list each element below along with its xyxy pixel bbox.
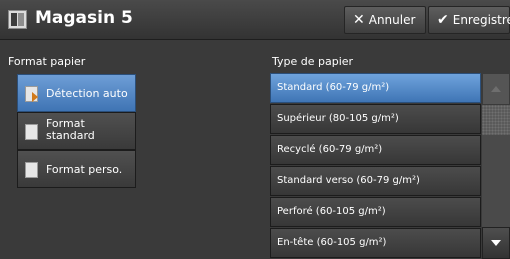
cancel-button[interactable]: ✕ Annuler xyxy=(344,6,426,34)
format-option-label: Format standard xyxy=(46,117,95,142)
save-button[interactable]: ✔ Enregistrer xyxy=(428,6,510,34)
scrollbar-thumb[interactable] xyxy=(482,105,510,135)
page-title: Magasin 5 xyxy=(35,8,133,28)
paper-type-item[interactable]: Perforé (60-105 g/m²) xyxy=(270,197,481,227)
paper-format-heading: Format papier xyxy=(8,55,86,68)
title-bar: Magasin 5 ✕ Annuler ✔ Enregistrer xyxy=(0,0,510,40)
format-option-custom[interactable]: Format perso. xyxy=(17,150,136,188)
auto-detect-icon xyxy=(25,86,38,102)
paper-type-heading: Type de papier xyxy=(272,55,354,68)
paper-type-item[interactable]: Supérieur (80-105 g/m²) xyxy=(270,104,481,134)
save-button-label: Enregistrer xyxy=(452,13,510,27)
format-option-label: Détection auto xyxy=(46,87,128,100)
paper-tray-icon xyxy=(8,10,27,29)
arrow-up-icon xyxy=(491,86,501,92)
paper-type-item[interactable]: Standard (60-79 g/m²) xyxy=(270,73,481,103)
paper-type-item[interactable]: Standard verso (60-79 g/m²) xyxy=(270,166,481,196)
format-option-label: Format perso. xyxy=(46,163,123,176)
checkmark-icon: ✔ xyxy=(437,12,449,28)
scroll-up-button[interactable] xyxy=(482,73,510,105)
paper-type-item[interactable]: En-tête (60-105 g/m²) xyxy=(270,228,481,258)
format-option-auto-detect[interactable]: Détection auto xyxy=(17,74,136,112)
cancel-button-label: Annuler xyxy=(368,13,416,27)
paper-type-item[interactable]: Recyclé (60-79 g/m²) xyxy=(270,135,481,165)
paper-sheet-icon xyxy=(25,124,38,140)
arrow-down-icon xyxy=(491,240,501,246)
format-option-standard[interactable]: Format standard xyxy=(17,112,136,150)
close-icon: ✕ xyxy=(353,12,365,28)
paper-sheet-icon xyxy=(25,162,38,178)
scroll-down-button[interactable] xyxy=(482,227,510,259)
